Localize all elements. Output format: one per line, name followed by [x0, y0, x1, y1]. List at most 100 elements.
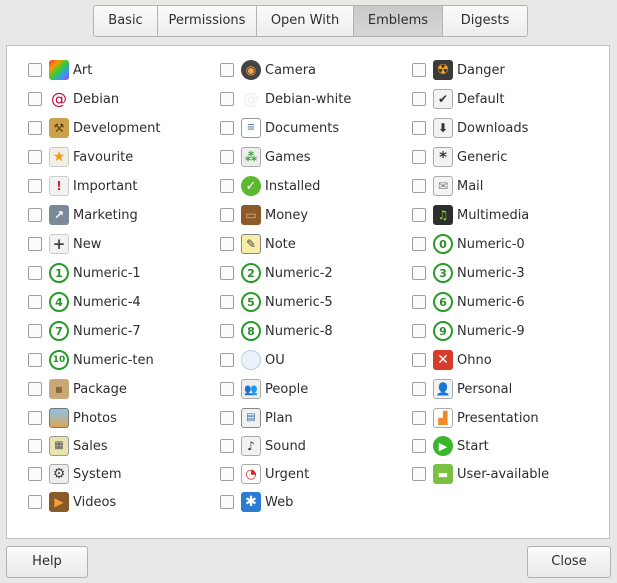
emblem-checkbox[interactable] [28, 150, 42, 164]
emblem-checkbox[interactable] [412, 382, 426, 396]
emblem-checkbox[interactable] [28, 467, 42, 481]
emblem-user-available[interactable]: ▬ User-available [412, 462, 549, 486]
emblem-photos[interactable]: Photos [28, 406, 117, 430]
emblem-debian[interactable]: @ Debian [28, 87, 119, 111]
emblem-checkbox[interactable] [28, 179, 42, 193]
emblem-numeric-0[interactable]: 0 Numeric-0 [412, 232, 525, 256]
emblem-checkbox[interactable] [412, 208, 426, 222]
emblem-marketing[interactable]: ↗ Marketing [28, 203, 138, 227]
emblem-installed[interactable]: ✓ Installed [220, 174, 320, 198]
emblem-default[interactable]: ✔ Default [412, 87, 505, 111]
emblem-numeric-2[interactable]: 2 Numeric-2 [220, 261, 333, 285]
emblem-people[interactable]: 👥 People [220, 377, 308, 401]
emblem-checkbox[interactable] [28, 382, 42, 396]
help-button[interactable]: Help [6, 546, 88, 578]
emblem-development[interactable]: ⚒ Development [28, 116, 161, 140]
emblem-checkbox[interactable] [412, 324, 426, 338]
emblem-checkbox[interactable] [412, 266, 426, 280]
emblem-checkbox[interactable] [412, 295, 426, 309]
emblem-numeric-3[interactable]: 3 Numeric-3 [412, 261, 525, 285]
emblem-sound[interactable]: ♪ Sound [220, 434, 306, 458]
emblem-numeric-ten[interactable]: 10 Numeric-ten [28, 348, 154, 372]
emblem-plan[interactable]: ▤ Plan [220, 406, 293, 430]
emblem-checkbox[interactable] [28, 121, 42, 135]
emblem-numeric-8[interactable]: 8 Numeric-8 [220, 319, 333, 343]
emblem-system[interactable]: ⚙ System [28, 462, 121, 486]
emblem-documents[interactable]: ≡ Documents [220, 116, 339, 140]
emblem-camera[interactable]: ◉ Camera [220, 58, 316, 82]
emblem-generic[interactable]: * Generic [412, 145, 507, 169]
emblem-checkbox[interactable] [412, 121, 426, 135]
emblem-checkbox[interactable] [220, 295, 234, 309]
emblem-ohno[interactable]: ✕ Ohno [412, 348, 492, 372]
emblem-presentation[interactable]: ▟ Presentation [412, 406, 539, 430]
emblem-checkbox[interactable] [220, 63, 234, 77]
emblem-checkbox[interactable] [220, 266, 234, 280]
emblem-urgent[interactable]: ◔ Urgent [220, 462, 309, 486]
emblem-checkbox[interactable] [28, 295, 42, 309]
emblem-art[interactable]: Art [28, 58, 92, 82]
emblem-new[interactable]: + New [28, 232, 101, 256]
emblem-numeric-7[interactable]: 7 Numeric-7 [28, 319, 141, 343]
emblem-videos[interactable]: ▶ Videos [28, 490, 116, 514]
emblem-multimedia[interactable]: ♫ Multimedia [412, 203, 529, 227]
emblem-numeric-5[interactable]: 5 Numeric-5 [220, 290, 333, 314]
emblem-numeric-9[interactable]: 9 Numeric-9 [412, 319, 525, 343]
emblem-danger[interactable]: ☢ Danger [412, 58, 505, 82]
emblem-numeric-1[interactable]: 1 Numeric-1 [28, 261, 141, 285]
emblem-favourite[interactable]: ★ Favourite [28, 145, 133, 169]
emblem-ou[interactable]: OU [220, 348, 285, 372]
emblem-checkbox[interactable] [220, 411, 234, 425]
emblem-downloads[interactable]: ⬇ Downloads [412, 116, 528, 140]
tab-basic[interactable]: Basic [94, 6, 158, 36]
emblem-checkbox[interactable] [28, 495, 42, 509]
emblem-checkbox[interactable] [220, 92, 234, 106]
emblem-checkbox[interactable] [412, 353, 426, 367]
emblem-important[interactable]: ! Important [28, 174, 137, 198]
emblem-money[interactable]: ▭ Money [220, 203, 308, 227]
emblem-checkbox[interactable] [220, 353, 234, 367]
emblem-checkbox[interactable] [28, 208, 42, 222]
emblem-personal[interactable]: 👤 Personal [412, 377, 512, 401]
emblem-mail[interactable]: ✉ Mail [412, 174, 483, 198]
emblem-numeric-6[interactable]: 6 Numeric-6 [412, 290, 525, 314]
emblem-checkbox[interactable] [220, 179, 234, 193]
emblem-checkbox[interactable] [412, 179, 426, 193]
emblem-checkbox[interactable] [220, 237, 234, 251]
emblem-checkbox[interactable] [220, 439, 234, 453]
emblem-games[interactable]: ⁂ Games [220, 145, 310, 169]
emblem-checkbox[interactable] [28, 266, 42, 280]
emblem-package[interactable]: ▪ Package [28, 377, 127, 401]
close-button[interactable]: Close [527, 546, 611, 578]
emblem-checkbox[interactable] [28, 92, 42, 106]
tab-open-with[interactable]: Open With [257, 6, 354, 36]
tab-emblems[interactable]: Emblems [354, 6, 443, 36]
tab-permissions[interactable]: Permissions [158, 6, 257, 36]
emblem-checkbox[interactable] [28, 411, 42, 425]
emblem-debian-white[interactable]: @ Debian-white [220, 87, 351, 111]
emblem-checkbox[interactable] [412, 63, 426, 77]
emblem-start[interactable]: ▶ Start [412, 434, 489, 458]
emblem-checkbox[interactable] [28, 237, 42, 251]
emblem-checkbox[interactable] [28, 353, 42, 367]
emblem-checkbox[interactable] [412, 237, 426, 251]
emblem-sales[interactable]: ▦ Sales [28, 434, 108, 458]
emblem-note[interactable]: ✎ Note [220, 232, 296, 256]
emblem-checkbox[interactable] [412, 411, 426, 425]
emblem-web[interactable]: ✱ Web [220, 490, 293, 514]
emblem-checkbox[interactable] [28, 63, 42, 77]
emblem-checkbox[interactable] [412, 467, 426, 481]
emblem-checkbox[interactable] [412, 92, 426, 106]
emblem-numeric-4[interactable]: 4 Numeric-4 [28, 290, 141, 314]
emblem-checkbox[interactable] [412, 150, 426, 164]
emblem-checkbox[interactable] [220, 208, 234, 222]
tab-digests[interactable]: Digests [443, 6, 527, 36]
emblem-checkbox[interactable] [220, 495, 234, 509]
emblem-checkbox[interactable] [220, 150, 234, 164]
emblem-checkbox[interactable] [220, 324, 234, 338]
emblem-checkbox[interactable] [412, 439, 426, 453]
emblem-checkbox[interactable] [220, 121, 234, 135]
emblem-checkbox[interactable] [28, 439, 42, 453]
emblem-checkbox[interactable] [220, 467, 234, 481]
emblem-checkbox[interactable] [28, 324, 42, 338]
